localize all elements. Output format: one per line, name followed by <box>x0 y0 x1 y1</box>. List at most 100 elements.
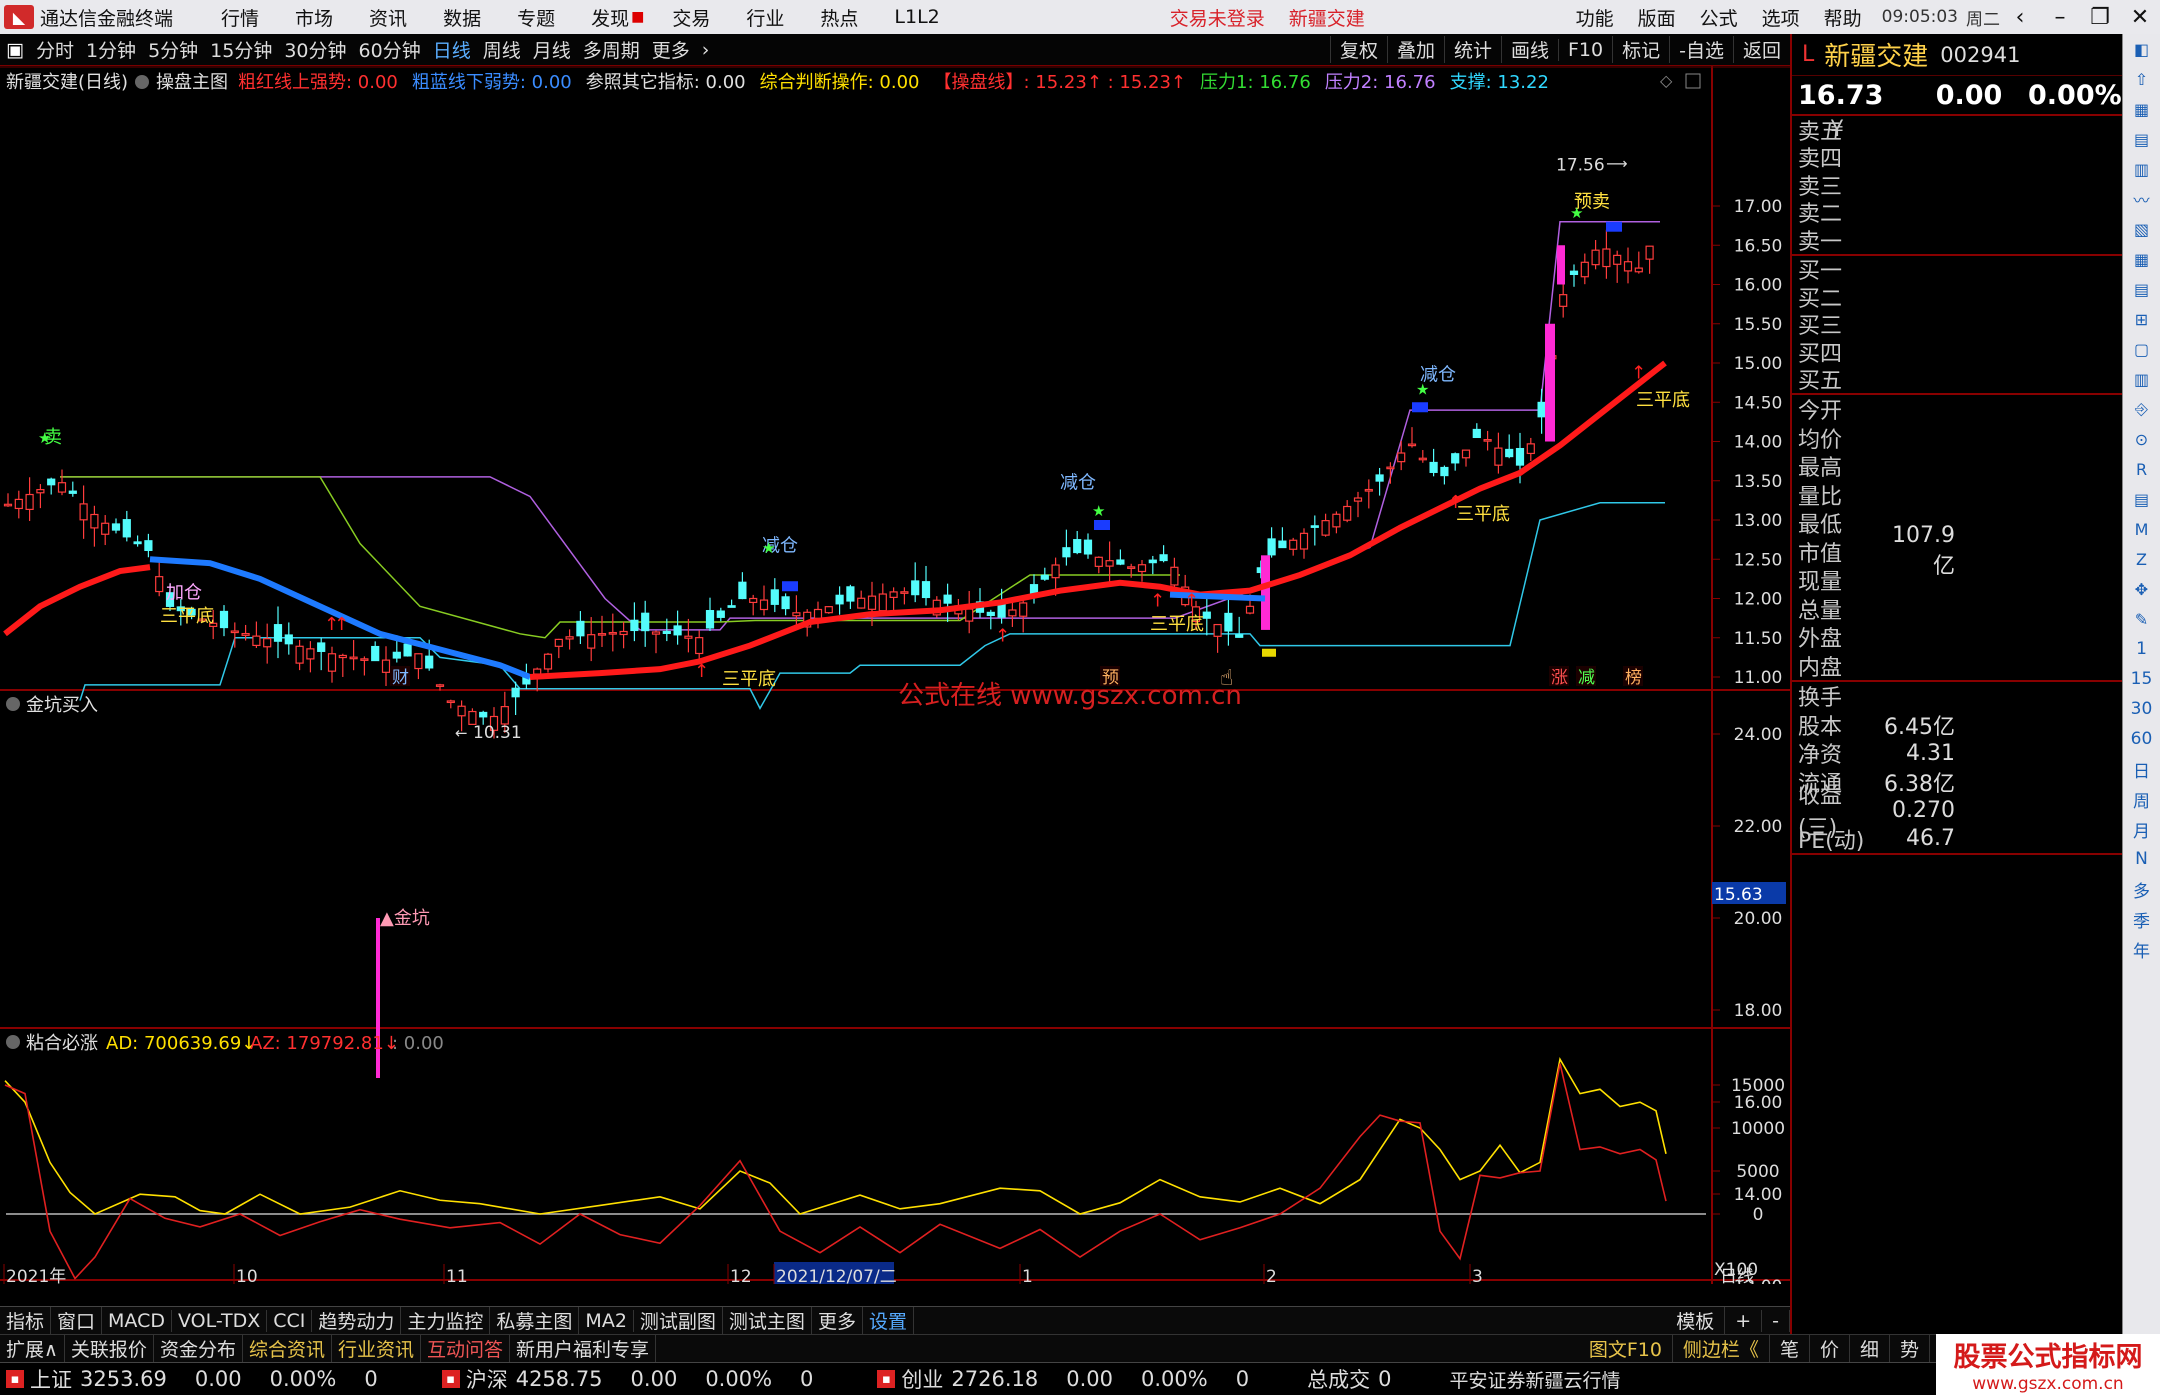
indicator-tab[interactable]: 指标 <box>0 1307 52 1334</box>
menu-help[interactable]: 帮助 <box>1812 4 1874 31</box>
template-control[interactable]: - <box>1762 1309 1790 1332</box>
indicator-tab[interactable]: 更多 <box>812 1307 863 1334</box>
tool-period-button[interactable]: 15 <box>2123 664 2160 694</box>
collapse-icon[interactable] <box>135 75 149 89</box>
tool-icon[interactable]: ▦ <box>2123 244 2160 274</box>
stats-button[interactable]: 统计 <box>1443 36 1501 63</box>
event-marker[interactable]: 榜 <box>1625 668 1642 688</box>
tool-period-button[interactable]: 季 <box>2123 904 2160 934</box>
indicator-tab[interactable]: 主力监控 <box>401 1307 491 1334</box>
close-icon[interactable]: ✕ <box>2120 5 2160 30</box>
info-tab[interactable]: 新用户福利专享 <box>510 1335 657 1362</box>
tool-icon[interactable]: ▦ <box>2123 94 2160 124</box>
indicator-tab[interactable]: 测试副图 <box>634 1307 723 1334</box>
period-more[interactable]: 更多 <box>646 36 696 63</box>
indicator-tab[interactable]: 窗口 <box>51 1307 103 1334</box>
toolbar-menu-icon[interactable]: ▣ <box>0 39 30 61</box>
template-control[interactable]: 模板 <box>1666 1307 1726 1334</box>
tool-period-button[interactable]: 多 <box>2123 874 2160 904</box>
tool-period-button[interactable]: N <box>2123 844 2160 874</box>
tool-period-button[interactable]: 30 <box>2123 694 2160 724</box>
period-5min[interactable]: 5分钟 <box>142 36 204 63</box>
panel2-collapse-icon[interactable] <box>6 697 20 711</box>
overlay-button[interactable]: 叠加 <box>1386 36 1444 63</box>
index-quote[interactable]: ▪ 沪深 4258.75 0.00 0.00% 0 <box>436 1364 842 1394</box>
tool-icon[interactable]: ▤ <box>2123 484 2160 514</box>
index-quote[interactable]: ▪ 创业 2726.18 0.00 0.00% 0 <box>871 1364 1277 1394</box>
menu-market[interactable]: 市场 <box>277 4 351 31</box>
maximize-icon[interactable]: ❐ <box>2080 5 2120 30</box>
indicator-tab[interactable]: CCI <box>267 1309 313 1332</box>
event-marker[interactable]: 涨 <box>1551 668 1568 688</box>
info-tab[interactable]: 扩展∧ <box>0 1335 65 1362</box>
menu-trade[interactable]: 交易 <box>654 4 728 31</box>
period-monthly[interactable]: 月线 <box>527 36 577 63</box>
menu-topics[interactable]: 专题 <box>499 4 573 31</box>
indicator-tab[interactable]: 设置 <box>863 1307 914 1334</box>
period-daily[interactable]: 日线 <box>427 36 477 63</box>
menu-news[interactable]: 资讯 <box>351 4 425 31</box>
tool-icon[interactable]: ⊙ <box>2123 424 2160 454</box>
index-quote[interactable]: ▪ 上证 3253.69 0.00 0.00% 0 <box>0 1364 406 1394</box>
menu-industry[interactable]: 行业 <box>728 4 802 31</box>
indicator-tab[interactable]: VOL-TDX <box>172 1309 268 1332</box>
menu-quotes[interactable]: 行情 <box>203 4 277 31</box>
info-tab[interactable]: 互动问答 <box>421 1335 510 1362</box>
tool-icon[interactable]: ◧ <box>2123 34 2160 64</box>
f10-button[interactable]: F10 <box>1558 38 1612 61</box>
period-weekly[interactable]: 周线 <box>477 36 527 63</box>
back-arrow-icon[interactable]: ‹ <box>2000 5 2040 30</box>
trade-login-status[interactable]: 交易未登录 <box>1158 4 1277 31</box>
event-marker[interactable]: 减 <box>1578 668 1595 688</box>
menu-data[interactable]: 数据 <box>425 4 499 31</box>
indicator-tab[interactable]: 私募主图 <box>490 1307 580 1334</box>
tool-icon[interactable]: ▥ <box>2123 154 2160 184</box>
period-multi[interactable]: 多周期 <box>577 36 646 63</box>
tool-icon[interactable]: ✎ <box>2123 604 2160 634</box>
kline-chart-area[interactable]: 新疆交建(日线) 操盘主图 粗红线上强势: 0.00 粗蓝线下弱势: 0.00 参照… <box>0 66 1790 1284</box>
side-tab[interactable]: 笔 <box>1770 1335 1810 1362</box>
period-1min[interactable]: 1分钟 <box>80 36 142 63</box>
info-tab[interactable]: 行业资讯 <box>332 1335 421 1362</box>
side-tab[interactable]: 侧边栏《 <box>1673 1335 1770 1362</box>
period-tick[interactable]: 分时 <box>30 36 80 63</box>
tool-icon[interactable]: R <box>2123 454 2160 484</box>
chevron-right-icon[interactable]: › <box>696 39 716 61</box>
side-tab[interactable]: 势 <box>1890 1335 1930 1362</box>
side-tab[interactable]: 细 <box>1850 1335 1890 1362</box>
side-tab[interactable]: 价 <box>1810 1335 1850 1362</box>
period-15min[interactable]: 15分钟 <box>204 36 278 63</box>
tool-icon[interactable]: ⊞ <box>2123 304 2160 334</box>
adjust-button[interactable]: 复权 <box>1329 36 1387 63</box>
side-tab[interactable]: 图文F10 <box>1579 1335 1673 1362</box>
tool-icon[interactable]: ▢ <box>2123 334 2160 364</box>
info-tab[interactable]: 资金分布 <box>154 1335 243 1362</box>
tool-period-button[interactable]: 1 <box>2123 634 2160 664</box>
tool-icon[interactable]: ▥ <box>2123 364 2160 394</box>
event-marker[interactable]: 财 <box>392 668 409 688</box>
indicator-tab[interactable]: 测试主图 <box>723 1307 812 1334</box>
indicator-tab[interactable]: 趋势动力 <box>312 1307 402 1334</box>
settings-diamond-icon[interactable]: ◇ <box>1660 71 1673 90</box>
tool-icon[interactable]: Z <box>2123 544 2160 574</box>
tool-icon[interactable]: ▤ <box>2123 124 2160 154</box>
draw-button[interactable]: 画线 <box>1500 36 1558 63</box>
info-tab[interactable]: 关联报价 <box>65 1335 154 1362</box>
return-button[interactable]: 返回 <box>1732 36 1790 63</box>
indicator-tab[interactable]: MA2 <box>579 1309 634 1332</box>
tool-period-button[interactable]: 月 <box>2123 814 2160 844</box>
mark-button[interactable]: 标记 <box>1612 36 1669 63</box>
tool-period-button[interactable]: 日 <box>2123 754 2160 784</box>
minimize-icon[interactable]: – <box>2040 5 2080 30</box>
tool-icon[interactable]: 〰 <box>2123 184 2160 214</box>
tool-period-button[interactable]: 年 <box>2123 934 2160 964</box>
period-60min[interactable]: 60分钟 <box>353 36 427 63</box>
menu-options[interactable]: 选项 <box>1750 4 1812 31</box>
indicator-tab[interactable]: MACD <box>102 1309 172 1332</box>
panel3-collapse-icon[interactable] <box>6 1035 20 1049</box>
menu-hot[interactable]: 热点 <box>802 4 876 31</box>
tool-period-button[interactable]: 周 <box>2123 784 2160 814</box>
remove-watchlist-button[interactable]: -自选 <box>1669 36 1733 63</box>
period-30min[interactable]: 30分钟 <box>278 36 352 63</box>
menu-layout[interactable]: 版面 <box>1626 4 1688 31</box>
